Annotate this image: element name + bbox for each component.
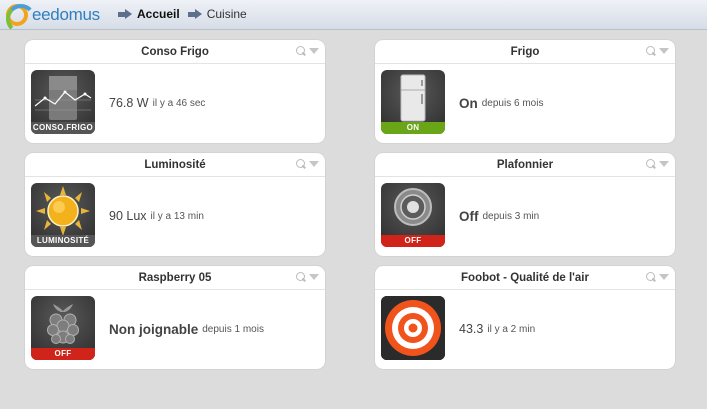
search-icon[interactable]: [646, 46, 655, 55]
card-conso-frigo: Conso Frigo CONSO.FRIGO 76.8 W il y a 46…: [25, 40, 325, 143]
search-icon[interactable]: [646, 159, 655, 168]
since-text: depuis 6 mois: [481, 97, 544, 109]
thumb-label: CONSO.FRIGO: [31, 122, 95, 134]
card-title-text: Luminosité: [144, 159, 206, 171]
arrow-right-icon: [187, 8, 202, 20]
chevron-down-icon[interactable]: [659, 273, 669, 280]
card-title-text: Plafonnier: [496, 159, 554, 171]
breadcrumb-label: Cuisine: [206, 7, 247, 21]
value-text: 43.3: [459, 322, 484, 336]
card-title: Conso Frigo: [25, 40, 325, 64]
arrow-right-icon: [118, 8, 132, 20]
card-tools: [296, 159, 319, 168]
since-text: depuis 3 min: [482, 210, 540, 222]
card-title-text: Raspberry 05: [138, 272, 212, 284]
chevron-down-icon[interactable]: [309, 47, 319, 54]
raspberry-icon[interactable]: OFF: [31, 296, 95, 360]
search-icon[interactable]: [296, 46, 305, 55]
search-icon[interactable]: [296, 159, 305, 168]
card-body: OFF Off depuis 3 min: [375, 177, 675, 255]
target-drawing: [381, 296, 445, 360]
chevron-down-icon[interactable]: [659, 47, 669, 54]
card-value: Non joignable depuis 1 mois: [109, 290, 264, 368]
card-value: On depuis 6 mois: [459, 64, 543, 142]
card-foobot: Foobot - Qualité de l'air 43.3 il y a 2 …: [375, 266, 675, 369]
chevron-down-icon[interactable]: [659, 160, 669, 167]
chevron-down-icon[interactable]: [309, 160, 319, 167]
value-text: Off: [459, 208, 479, 224]
target-icon[interactable]: [381, 296, 445, 360]
thumb-label: LUMINOSITÉ: [31, 235, 95, 247]
thumb-label: ON: [381, 122, 445, 134]
since-text: depuis 1 mois: [202, 323, 264, 335]
card-title: Foobot - Qualité de l'air: [375, 266, 675, 290]
card-luminosite: Luminosité LUMINOSITÉ 90 Lux il y a 13 m…: [25, 153, 325, 256]
card-tools: [296, 272, 319, 281]
card-raspberry: Raspberry 05 OFF Non joignable depuis 1 …: [25, 266, 325, 369]
card-title-text: Foobot - Qualité de l'air: [461, 272, 589, 284]
card-value: Off depuis 3 min: [459, 177, 539, 255]
sun-icon[interactable]: LUMINOSITÉ: [31, 183, 95, 247]
card-tools: [646, 159, 669, 168]
card-body: LUMINOSITÉ 90 Lux il y a 13 min: [25, 177, 325, 255]
breadcrumb-accueil[interactable]: Accueil: [118, 7, 180, 21]
card-body: 43.3 il y a 2 min: [375, 290, 675, 368]
breadcrumb-cuisine[interactable]: Cuisine: [187, 7, 247, 21]
card-value: 90 Lux il y a 13 min: [109, 177, 204, 255]
since-text: il y a 46 sec: [152, 97, 206, 109]
card-value: 76.8 W il y a 46 sec: [109, 64, 205, 142]
search-icon[interactable]: [296, 272, 305, 281]
value-text: 90 Lux: [109, 209, 147, 223]
value-text: On: [459, 95, 478, 111]
card-plafonnier: Plafonnier OFF Off depuis 3 min: [375, 153, 675, 256]
card-title-text: Frigo: [510, 46, 540, 58]
thumb-label: OFF: [31, 348, 95, 360]
thumb-label: OFF: [381, 235, 445, 247]
since-text: il y a 2 min: [487, 323, 536, 335]
card-tools: [646, 272, 669, 281]
logo-ring-icon: [6, 4, 36, 34]
top-bar: eedomus Accueil Cuisine: [0, 0, 707, 34]
card-title: Raspberry 05: [25, 266, 325, 290]
power-graph-icon[interactable]: CONSO.FRIGO: [31, 70, 95, 134]
card-title: Luminosité: [25, 153, 325, 177]
card-tools: [296, 46, 319, 55]
card-frigo: Frigo ON On depuis 6 mois: [375, 40, 675, 143]
logo[interactable]: eedomus: [6, 4, 100, 34]
breadcrumb-label: Accueil: [137, 7, 180, 21]
chevron-down-icon[interactable]: [309, 273, 319, 280]
fridge-icon[interactable]: ON: [381, 70, 445, 134]
value-text: Non joignable: [109, 321, 199, 337]
logo-text: eedomus: [32, 5, 100, 24]
card-title-text: Conso Frigo: [141, 46, 209, 58]
breadcrumb: Accueil Cuisine: [118, 7, 255, 21]
ceiling-light-icon[interactable]: OFF: [381, 183, 445, 247]
since-text: il y a 13 min: [150, 210, 204, 222]
card-title: Frigo: [375, 40, 675, 64]
card-tools: [646, 46, 669, 55]
search-icon[interactable]: [646, 272, 655, 281]
card-body: OFF Non joignable depuis 1 mois: [25, 290, 325, 368]
value-text: 76.8 W: [109, 96, 149, 110]
card-body: ON On depuis 6 mois: [375, 64, 675, 142]
card-value: 43.3 il y a 2 min: [459, 290, 535, 368]
card-body: CONSO.FRIGO 76.8 W il y a 46 sec: [25, 64, 325, 142]
card-title: Plafonnier: [375, 153, 675, 177]
